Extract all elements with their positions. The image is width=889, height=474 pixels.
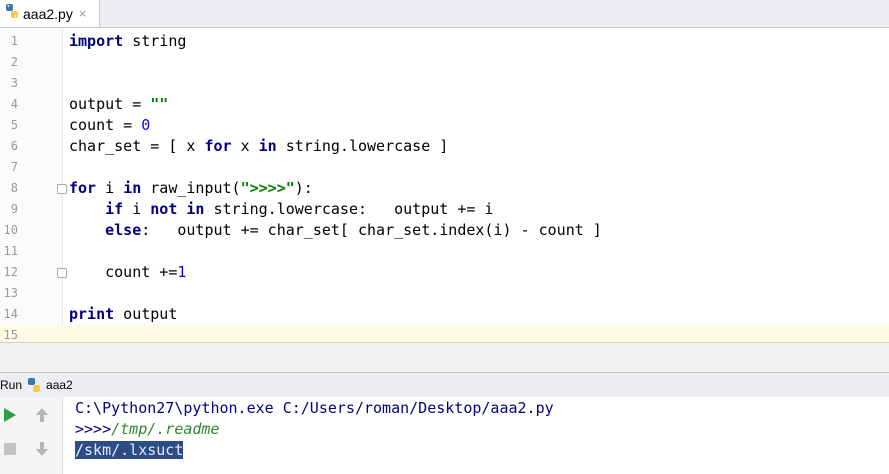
code-token: else xyxy=(105,221,142,239)
python-file-icon xyxy=(4,3,20,24)
code-token: raw_input( xyxy=(141,179,241,197)
code-token: char_set = [ x xyxy=(69,137,205,155)
code-token: in xyxy=(123,179,142,197)
code-line: 13 xyxy=(0,283,889,304)
line-number: 2 xyxy=(10,55,18,69)
fold-marker-icon[interactable] xyxy=(57,184,67,194)
line-number: 6 xyxy=(10,139,18,153)
scroll-down-arrow-icon[interactable] xyxy=(32,439,52,459)
console-command-line: C:\Python27\python.exe C:/Users/roman/De… xyxy=(75,399,554,417)
code-token: count = xyxy=(69,116,142,134)
code-token: i xyxy=(96,179,124,197)
run-console[interactable]: C:\Python27\python.exe C:/Users/roman/De… xyxy=(0,397,889,474)
line-number: 7 xyxy=(10,160,18,174)
code-token: output = xyxy=(69,95,151,113)
editor-tab-bar: aaa2.py × xyxy=(0,0,889,28)
code-token: 0 xyxy=(141,116,151,134)
line-number: 13 xyxy=(3,286,18,300)
console-output-line[interactable]: /skm/.lxsuct xyxy=(75,440,184,461)
stop-icon[interactable] xyxy=(0,439,20,459)
run-config-name[interactable]: aaa2 xyxy=(46,378,73,392)
python-file-icon xyxy=(26,377,42,393)
code-line: 3 xyxy=(0,73,889,94)
code-token: for xyxy=(204,137,232,155)
code-token: : output += char_set[ char_set.index(i) … xyxy=(141,221,602,239)
code-token: count += xyxy=(69,263,178,281)
console-user-input: /tmp/.readme xyxy=(111,420,220,438)
line-number: 9 xyxy=(10,202,18,216)
code-line: 1 import string xyxy=(0,31,889,52)
console-input-line: >>>>/tmp/.readme xyxy=(75,419,220,440)
code-line: 5 count = 0 xyxy=(0,115,889,136)
console-toolbar xyxy=(0,397,63,474)
code-token: string xyxy=(123,32,187,50)
code-token: print xyxy=(69,305,115,323)
code-line: 10 else: output += char_set[ char_set.in… xyxy=(0,220,889,241)
line-number: 4 xyxy=(10,97,18,111)
line-number: 8 xyxy=(10,181,18,195)
code-line: 14 print output xyxy=(0,304,889,325)
tab-label: aaa2.py xyxy=(23,5,73,22)
console-prompt: >>>> xyxy=(75,420,112,438)
panel-divider[interactable] xyxy=(0,342,889,373)
code-token: i xyxy=(123,200,151,218)
code-token: if xyxy=(105,200,124,218)
line-number: 1 xyxy=(10,34,18,48)
line-number: 5 xyxy=(10,118,18,132)
code-token: import xyxy=(69,32,124,50)
code-token: "" xyxy=(150,95,169,113)
code-token: string.lowercase: output += i xyxy=(204,200,494,218)
code-token: ): xyxy=(294,179,313,197)
run-tool-header: Run aaa2 xyxy=(0,372,889,398)
code-line: 7 xyxy=(0,157,889,178)
console-output-selected[interactable]: /skm/.lxsuct xyxy=(75,441,184,459)
code-line: 11 xyxy=(0,241,889,262)
line-number: 11 xyxy=(3,244,18,258)
code-token: output xyxy=(114,305,178,323)
close-icon[interactable]: × xyxy=(79,6,87,21)
run-title: Run xyxy=(0,378,23,392)
code-token: 1 xyxy=(177,263,187,281)
code-line: 8 for i in raw_input(">>>>"): xyxy=(0,178,889,199)
line-number: 3 xyxy=(10,76,18,90)
fold-marker-icon[interactable] xyxy=(57,268,67,278)
line-number: 12 xyxy=(3,265,18,279)
code-token: string.lowercase ] xyxy=(276,137,449,155)
rerun-play-icon[interactable] xyxy=(0,405,20,425)
line-number: 14 xyxy=(3,307,18,321)
code-line: 4 output = "" xyxy=(0,94,889,115)
code-editor[interactable]: 1 import string 2 3 4 output = "" 5 coun… xyxy=(0,28,889,346)
code-line: 2 xyxy=(0,52,889,73)
code-line: 12 count +=1 xyxy=(0,262,889,283)
code-line: 6 char_set = [ x for x in string.lowerca… xyxy=(0,136,889,157)
code-token: x xyxy=(231,137,259,155)
code-token: not in xyxy=(150,200,205,218)
line-number: 10 xyxy=(3,223,18,237)
code-line: 9 if i not in string.lowercase: output +… xyxy=(0,199,889,220)
scroll-up-arrow-icon[interactable] xyxy=(32,405,52,425)
tab-aaa2-py[interactable]: aaa2.py × xyxy=(0,0,100,27)
code-token: ">>>>" xyxy=(240,179,295,197)
code-token: in xyxy=(258,137,277,155)
code-token: for xyxy=(69,179,97,197)
